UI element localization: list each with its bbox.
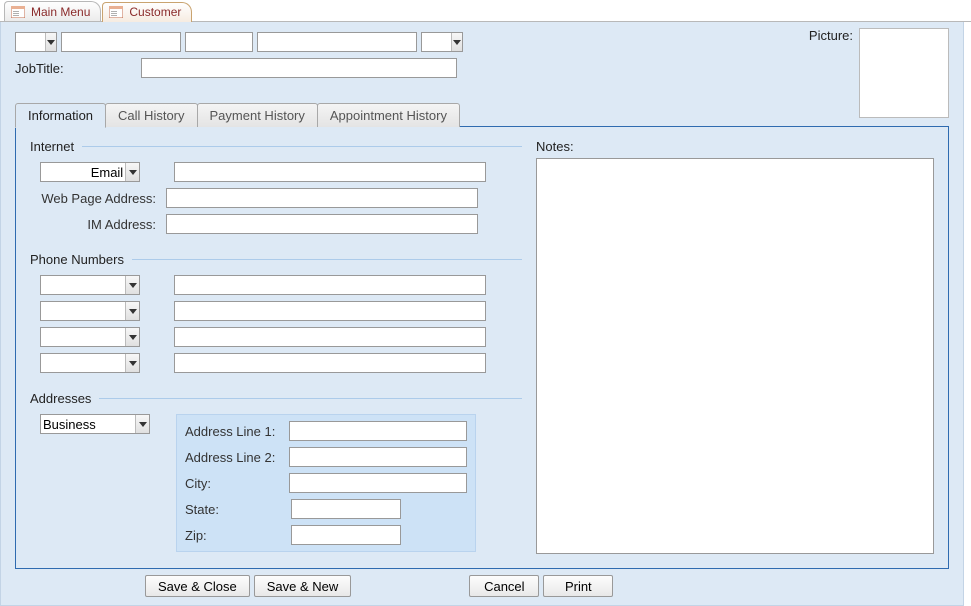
email-input[interactable] (174, 162, 486, 182)
phone-type-combo[interactable] (40, 327, 140, 347)
chevron-down-icon[interactable] (135, 415, 149, 433)
webpage-input[interactable] (166, 188, 478, 208)
details-tab-control: Information Call History Payment History… (15, 102, 949, 569)
picture-label: Picture: (809, 28, 853, 43)
save-new-button[interactable]: Save & New (254, 575, 352, 597)
last-name-input[interactable] (257, 32, 417, 52)
divider (132, 259, 522, 260)
divider (99, 398, 522, 399)
phone-type-combo[interactable] (40, 301, 140, 321)
doc-tab-label: Customer (129, 5, 181, 19)
customer-form: Picture: JobTitle: (0, 22, 964, 606)
address-panel: Address Line 1: Address Line 2: City: St… (176, 414, 476, 552)
form-icon (109, 6, 123, 18)
addresses-group: Addresses Address Line 1: Address Line 2… (30, 391, 522, 554)
addr-state-input[interactable] (291, 499, 401, 519)
addr-line1-input[interactable] (289, 421, 467, 441)
chevron-down-icon[interactable] (125, 302, 139, 320)
addr-zip-label: Zip: (185, 528, 285, 543)
title-combo[interactable] (15, 32, 57, 52)
address-type-combo-input[interactable] (41, 415, 135, 433)
cancel-button[interactable]: Cancel (469, 575, 539, 597)
addr-state-label: State: (185, 502, 285, 517)
first-name-input[interactable] (61, 32, 181, 52)
address-type-combo[interactable] (40, 414, 150, 434)
suffix-combo[interactable] (421, 32, 463, 52)
form-footer: Save & Close Save & New Cancel Print (15, 575, 949, 597)
email-type-combo[interactable] (40, 162, 140, 182)
divider (82, 146, 522, 147)
doc-tab-main-menu[interactable]: Main Menu (4, 1, 101, 21)
chevron-down-icon[interactable] (45, 33, 56, 51)
email-type-combo-input[interactable] (41, 163, 125, 181)
doc-tab-customer[interactable]: Customer (102, 2, 192, 22)
addr-line2-input[interactable] (289, 447, 467, 467)
phone-number-input[interactable] (174, 301, 486, 321)
internet-group: Internet Web Page (30, 139, 522, 242)
notes-area: Notes: (536, 139, 934, 554)
notes-textarea[interactable] (536, 158, 934, 554)
phone-type-combo[interactable] (40, 275, 140, 295)
tab-call-history[interactable]: Call History (105, 103, 197, 127)
addr-zip-input[interactable] (291, 525, 401, 545)
title-combo-input[interactable] (16, 33, 45, 51)
addr-line1-label: Address Line 1: (185, 424, 283, 439)
tab-page-information: Internet Web Page (15, 126, 949, 569)
doc-tab-label: Main Menu (31, 5, 90, 19)
notes-label: Notes: (536, 139, 934, 154)
chevron-down-icon[interactable] (125, 276, 139, 294)
chevron-down-icon[interactable] (125, 328, 139, 346)
chevron-down-icon[interactable] (125, 354, 139, 372)
internet-group-label: Internet (30, 139, 74, 154)
tab-information[interactable]: Information (15, 103, 106, 128)
print-button[interactable]: Print (543, 575, 613, 597)
suffix-combo-input[interactable] (422, 33, 451, 51)
form-icon (11, 6, 25, 18)
phone-number-input[interactable] (174, 353, 486, 373)
tab-payment-history[interactable]: Payment History (197, 103, 318, 127)
middle-name-input[interactable] (185, 32, 253, 52)
webpage-label: Web Page Address: (40, 191, 160, 206)
jobtitle-input[interactable] (141, 58, 457, 78)
addr-city-label: City: (185, 476, 283, 491)
phone-number-input[interactable] (174, 327, 486, 347)
phone-group-label: Phone Numbers (30, 252, 124, 267)
addr-city-input[interactable] (289, 473, 467, 493)
chevron-down-icon[interactable] (451, 33, 462, 51)
document-tab-bar: Main Menu Customer (0, 0, 971, 22)
save-close-button[interactable]: Save & Close (145, 575, 250, 597)
jobtitle-label: JobTitle: (15, 61, 137, 76)
im-input[interactable] (166, 214, 478, 234)
addresses-group-label: Addresses (30, 391, 91, 406)
addr-line2-label: Address Line 2: (185, 450, 283, 465)
chevron-down-icon[interactable] (125, 163, 139, 181)
im-label: IM Address: (40, 217, 160, 232)
phone-group: Phone Numbers (30, 252, 522, 381)
tab-appointment-history[interactable]: Appointment History (317, 103, 460, 127)
phone-number-input[interactable] (174, 275, 486, 295)
phone-type-combo[interactable] (40, 353, 140, 373)
